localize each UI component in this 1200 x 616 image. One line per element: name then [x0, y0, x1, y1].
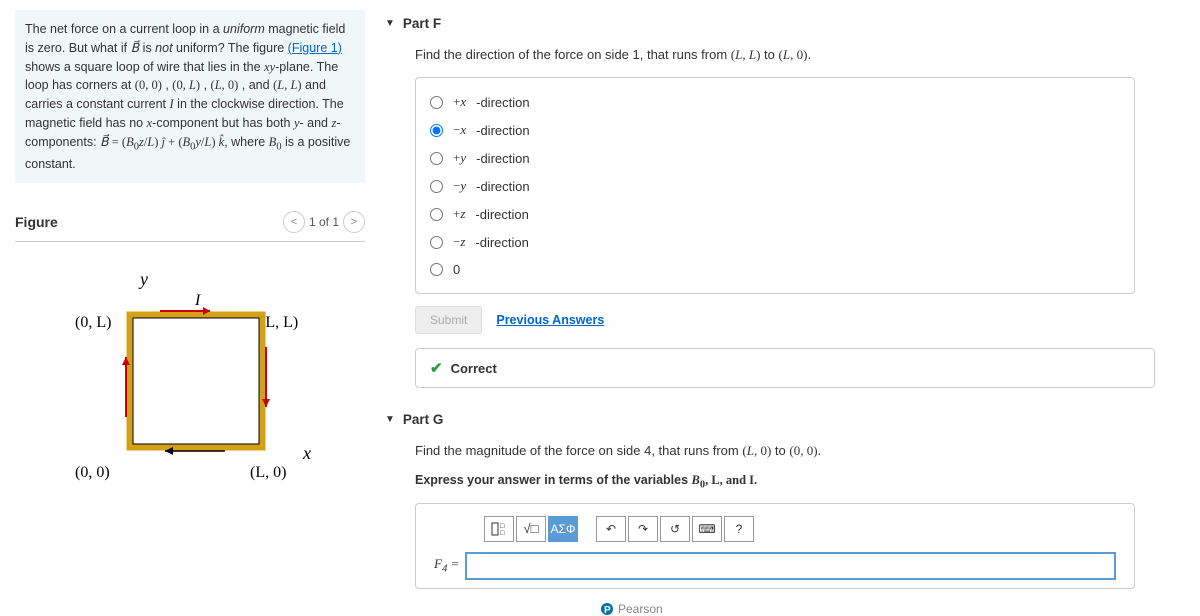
choice-plus-z[interactable]: +z-direction [430, 200, 1120, 228]
choice-plus-x[interactable]: +x-direction [430, 88, 1120, 116]
figure-prev-button[interactable]: < [283, 211, 305, 233]
part-g-instruction: Express your answer in terms of the vari… [415, 473, 1185, 491]
caret-down-icon: ▼ [385, 414, 395, 425]
problem-statement: The net force on a current loop in a uni… [15, 10, 365, 183]
corner-0L: (0, L) [75, 314, 111, 331]
corner-LL: (L, L) [260, 314, 298, 331]
sqrt-tool[interactable]: √□ [516, 516, 546, 542]
answer-label: F4 = [434, 556, 459, 575]
figure-next-button[interactable]: > [343, 211, 365, 233]
figure-counter: 1 of 1 [309, 215, 339, 229]
templates-tool[interactable]: □□ [484, 516, 514, 542]
choice-minus-y[interactable]: −y-direction [430, 172, 1120, 200]
choice-minus-z[interactable]: −z-direction [430, 228, 1120, 256]
problem-text: The net force on a current loop in a uni… [25, 22, 350, 171]
choice-zero[interactable]: 0 [430, 256, 1120, 283]
caret-down-icon: ▼ [385, 18, 395, 29]
current-label: I [194, 292, 201, 309]
previous-answers-link[interactable]: Previous Answers [496, 313, 604, 327]
part-f-question: Find the direction of the force on side … [415, 47, 1185, 63]
brand-footer: P Pearson [600, 602, 663, 616]
figure-title: Figure [15, 214, 58, 230]
part-g-answer-box: □□ √□ ΑΣΦ ↶ ↷ ↺ ⌨ ? F4 = [415, 503, 1135, 589]
answer-input[interactable] [465, 552, 1116, 580]
correct-feedback: ✔ Correct [415, 348, 1155, 388]
choice-minus-x[interactable]: −x-direction [430, 116, 1120, 144]
figure-diagram: y (0, L) (L, L) I (0, 0) (L, 0) x [45, 267, 335, 507]
symbols-tool[interactable]: ΑΣΦ [548, 516, 578, 542]
part-g-question: Find the magnitude of the force on side … [415, 443, 1185, 459]
corner-L0: (L, 0) [250, 464, 286, 481]
submit-button[interactable]: Submit [415, 306, 482, 334]
part-f-header[interactable]: ▼ Part F [385, 10, 1185, 37]
axis-x-label: x [302, 443, 311, 463]
help-tool[interactable]: ? [724, 516, 754, 542]
undo-tool[interactable]: ↶ [596, 516, 626, 542]
svg-text:P: P [604, 605, 611, 616]
svg-text:□: □ [500, 530, 505, 536]
keyboard-tool[interactable]: ⌨ [692, 516, 722, 542]
axis-y-label: y [138, 269, 148, 289]
choice-plus-y[interactable]: +y-direction [430, 144, 1120, 172]
reset-tool[interactable]: ↺ [660, 516, 690, 542]
part-g-header[interactable]: ▼ Part G [385, 406, 1185, 433]
part-f-choices: +x-direction −x-direction +y-direction −… [415, 77, 1135, 294]
figure-link[interactable]: (Figure 1) [288, 41, 342, 55]
redo-tool[interactable]: ↷ [628, 516, 658, 542]
check-icon: ✔ [430, 359, 443, 377]
corner-00: (0, 0) [75, 464, 110, 481]
svg-text:□: □ [500, 523, 505, 530]
